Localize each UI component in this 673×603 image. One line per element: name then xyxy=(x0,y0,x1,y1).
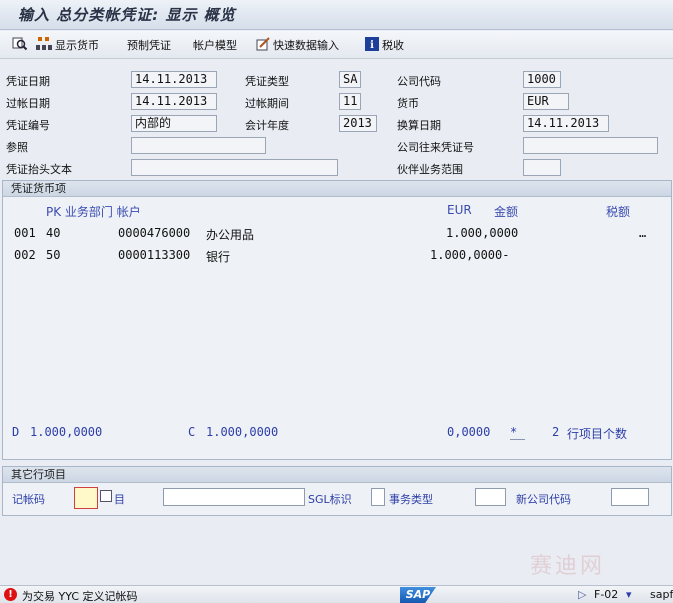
account-model-button[interactable]: 帐户模型 xyxy=(193,37,237,53)
sap-logo: SAP xyxy=(400,587,436,603)
period-field[interactable]: 11 xyxy=(339,93,361,110)
fast-entry-label: 快速数据输入 xyxy=(273,39,339,52)
intercompany-label: 公司往来凭证号 xyxy=(397,141,474,154)
new-company-code-input[interactable] xyxy=(611,488,649,506)
table-row[interactable]: 001 40 0000476000 办公用品 1.000,0000 … xyxy=(3,226,671,244)
park-document-button[interactable]: 预制凭证 xyxy=(127,37,171,53)
doc-date-field[interactable]: 14.11.2013 xyxy=(131,71,217,88)
debit-total: 1.000,0000 xyxy=(30,425,103,439)
posting-key: 50 xyxy=(46,248,61,262)
search-help-icon[interactable] xyxy=(100,490,112,502)
translation-date-field[interactable]: 14.11.2013 xyxy=(523,115,609,132)
new-company-code-label: 新公司代码 xyxy=(516,493,571,506)
col-header-pk-account: PK 业务部门 帐户 xyxy=(46,205,141,219)
account-number: 0000476000 xyxy=(118,226,191,240)
fiscal-year-label: 会计年度 xyxy=(245,119,289,132)
error-icon: ! xyxy=(4,588,17,601)
show-currency-label: 显示货币 xyxy=(55,39,99,52)
reference-label: 参照 xyxy=(6,141,28,154)
other-items-group-title: 其它行项目 xyxy=(3,467,671,483)
tax-button[interactable]: i 税收 xyxy=(365,36,404,54)
window-title: 输入 总分类帐凭证: 显示 概览 xyxy=(18,6,236,24)
item-tax: … xyxy=(639,226,647,240)
col-header-amount: 金额 xyxy=(494,205,519,219)
post-date-label: 过帐日期 xyxy=(6,97,50,110)
magnifier-icon xyxy=(12,37,31,54)
application-toolbar: 显示货币 预制凭证 帐户模型 快速数据输入 i 税收 xyxy=(0,31,673,59)
account-label: 目 xyxy=(114,493,125,506)
watermark: 赛迪网 xyxy=(530,554,606,579)
items-group-title: 凭证货币项 xyxy=(3,181,671,197)
dropdown-icon[interactable]: ▾ xyxy=(626,588,632,601)
park-document-label: 预制凭证 xyxy=(127,39,171,52)
balance-amount: 0,0000 xyxy=(447,425,491,439)
balance-indicator: * xyxy=(510,425,526,440)
transaction-type-input[interactable] xyxy=(475,488,506,506)
currency-tree-icon xyxy=(36,36,55,54)
doc-number-field[interactable]: 内部的 xyxy=(131,115,217,132)
period-label: 过帐期间 xyxy=(245,97,289,110)
transaction-code: F-02 xyxy=(594,588,619,601)
title-bar: 输入 总分类帐凭证: 显示 概览 xyxy=(0,0,673,30)
account-number: 0000113300 xyxy=(118,248,191,262)
status-bar: ! 为交易 YYC 定义记帐码 SAP ▷ F-02 ▾ sapfi xyxy=(0,585,673,603)
header-text-label: 凭证抬头文本 xyxy=(6,163,72,176)
company-code-label: 公司代码 xyxy=(397,75,441,88)
item-number: 001 xyxy=(14,226,36,240)
status-expand-icon[interactable]: ▷ xyxy=(578,588,586,601)
posting-key-input[interactable] xyxy=(74,487,98,509)
info-icon: i xyxy=(365,36,382,54)
items-group: 凭证货币项 PK 业务部门 帐户 EUR 金额 税额 001 40 000047… xyxy=(2,180,672,460)
fast-entry-button[interactable]: 快速数据输入 xyxy=(256,36,339,54)
account-input[interactable] xyxy=(163,488,305,506)
currency-field[interactable]: EUR xyxy=(523,93,569,110)
translation-date-label: 换算日期 xyxy=(397,119,441,132)
currency-label: 货币 xyxy=(397,97,419,110)
item-amount: 1.000,0000- xyxy=(430,248,510,262)
doc-date-label: 凭证日期 xyxy=(6,75,50,88)
partner-ba-field[interactable] xyxy=(523,159,561,176)
transaction-type-label: 事务类型 xyxy=(389,493,433,506)
fiscal-year-field[interactable]: 2013 xyxy=(339,115,377,132)
posting-key-label: 记帐码 xyxy=(12,493,45,506)
account-name: 银行 xyxy=(206,250,231,264)
reference-field[interactable] xyxy=(131,137,266,154)
col-header-tax: 税额 xyxy=(606,205,631,219)
posting-key: 40 xyxy=(46,226,61,240)
server-name: sapfi xyxy=(650,588,673,601)
sgl-indicator-input[interactable] xyxy=(371,488,385,506)
account-name: 办公用品 xyxy=(206,228,255,242)
item-amount: 1.000,0000 xyxy=(446,226,519,240)
header-text-field[interactable] xyxy=(131,159,338,176)
detail-button[interactable] xyxy=(12,37,31,53)
account-model-label: 帐户模型 xyxy=(193,39,237,52)
item-count: 2 xyxy=(552,425,560,439)
doc-type-label: 凭证类型 xyxy=(245,75,289,88)
svg-text:i: i xyxy=(370,40,374,51)
sgl-indicator-label: SGL标识 xyxy=(308,493,352,506)
intercompany-field[interactable] xyxy=(523,137,658,154)
debit-label: D xyxy=(12,425,20,439)
credit-total: 1.000,0000 xyxy=(206,425,279,439)
post-date-field[interactable]: 14.11.2013 xyxy=(131,93,217,110)
item-count-label: 行项目个数 xyxy=(567,427,628,441)
status-message[interactable]: 为交易 YYC 定义记帐码 xyxy=(22,588,138,603)
doc-number-label: 凭证编号 xyxy=(6,119,50,132)
edit-icon xyxy=(256,36,273,54)
doc-type-field[interactable]: SA xyxy=(339,71,361,88)
show-currency-button[interactable]: 显示货币 xyxy=(36,36,99,54)
table-row[interactable]: 002 50 0000113300 银行 1.000,0000- xyxy=(3,248,671,266)
tax-label: 税收 xyxy=(382,39,404,52)
item-number: 002 xyxy=(14,248,36,262)
col-header-currency: EUR xyxy=(447,203,472,217)
items-table: PK 业务部门 帐户 EUR 金额 税额 001 40 0000476000 办… xyxy=(3,198,671,459)
credit-label: C xyxy=(188,425,196,439)
company-code-field[interactable]: 1000 xyxy=(523,71,561,88)
partner-ba-label: 伙伴业务范围 xyxy=(397,163,463,176)
